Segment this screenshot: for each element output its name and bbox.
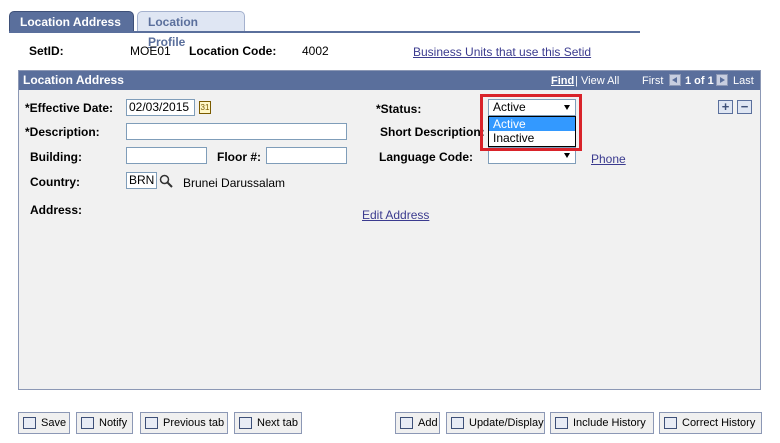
description-input[interactable] [126, 123, 347, 140]
previous-row-icon[interactable] [669, 74, 681, 86]
country-name: Brunei Darussalam [183, 176, 286, 190]
previous-tab-button[interactable]: Previous tab [140, 412, 228, 434]
edit-address-link[interactable]: Edit Address [362, 208, 429, 222]
add-button[interactable]: Add [395, 412, 440, 434]
phone-link[interactable]: Phone [591, 152, 626, 166]
calendar-icon[interactable]: 31 [199, 101, 211, 114]
row-count: 1 of 1 [685, 75, 714, 87]
update-display-button[interactable]: Update/Display [446, 412, 545, 434]
next-tab-label: Next tab [257, 417, 298, 429]
country-code-input[interactable]: BRN [126, 172, 157, 189]
find-link[interactable]: Find [551, 71, 574, 90]
delete-row-button[interactable]: − [737, 100, 752, 114]
next-tab-button[interactable]: Next tab [234, 412, 302, 434]
include-history-button[interactable]: Include History [550, 412, 654, 434]
correct-history-button[interactable]: Correct History [659, 412, 762, 434]
setid-label: SetID: [29, 44, 64, 58]
previous-tab-label: Previous tab [163, 417, 225, 429]
next-row-icon[interactable] [716, 74, 728, 86]
add-label: Add [418, 417, 438, 429]
tab-underline [9, 31, 640, 33]
include-history-icon [555, 417, 568, 429]
first-label: First [642, 75, 664, 87]
correct-history-label: Correct History [682, 417, 756, 429]
address-label: Address: [30, 203, 83, 217]
correct-history-icon [664, 417, 677, 429]
last-label: Last [733, 75, 754, 87]
location-code-label: Location Code: [189, 44, 277, 58]
update-display-icon [451, 417, 464, 429]
status-highlight-box [480, 94, 582, 151]
tab-location-profile-label: Location [148, 15, 198, 29]
setid-value: MOE01 [130, 44, 171, 58]
update-display-label: Update/Display [469, 417, 544, 429]
next-tab-icon [239, 417, 252, 429]
previous-tab-icon [145, 417, 158, 429]
location-code-value: 4002 [302, 44, 329, 58]
chevron-down-icon [564, 153, 570, 158]
notify-icon [81, 417, 94, 429]
short-description-label: Short Description: [380, 125, 485, 139]
add-row-button[interactable]: + [718, 100, 733, 114]
language-code-label: Language Code: [379, 150, 474, 164]
save-icon [23, 417, 36, 429]
save-button[interactable]: Save [18, 412, 70, 434]
status-label: *Status: [376, 102, 422, 116]
save-label: Save [41, 417, 67, 429]
notify-button[interactable]: Notify [76, 412, 133, 434]
floor-label: Floor #: [217, 150, 261, 164]
description-label: *Description: [25, 125, 100, 139]
country-label: Country: [30, 175, 80, 189]
include-history-label: Include History [573, 417, 646, 429]
view-all-link[interactable]: View All [581, 71, 619, 90]
building-input[interactable] [126, 147, 207, 164]
floor-input[interactable] [266, 147, 347, 164]
nav-separator: | [575, 75, 578, 87]
building-label: Building: [30, 150, 82, 164]
tab-location-address[interactable]: Location Address [9, 11, 134, 32]
notify-label: Notify [99, 417, 128, 429]
effective-date-label: *Effective Date: [25, 101, 114, 115]
tab-location-profile[interactable]: Location Profile [137, 11, 245, 49]
effective-date-input[interactable]: 02/03/2015 [126, 99, 195, 116]
add-icon [400, 417, 413, 429]
location-address-panel: Location Address Find | View All First 1… [18, 70, 761, 390]
search-icon[interactable] [159, 174, 173, 188]
business-units-link[interactable]: Business Units that use this Setid [413, 45, 591, 59]
